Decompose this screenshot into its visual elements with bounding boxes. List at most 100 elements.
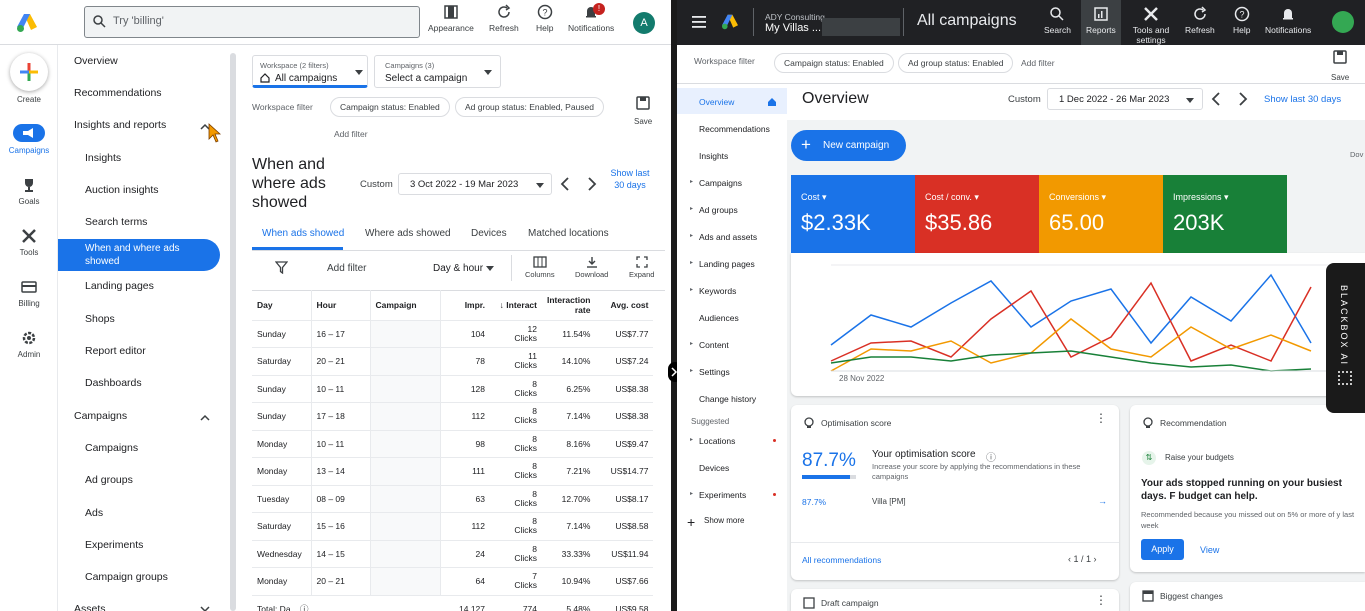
avatar[interactable]: A bbox=[633, 12, 655, 34]
rnav-item-insights[interactable]: Insights bbox=[699, 151, 728, 161]
filter-chip-campaign-status[interactable]: Campaign status: Enabled bbox=[774, 53, 894, 73]
table-row[interactable]: Monday 10 – 11 98 8 Clicks 8.16% US$9.47 bbox=[252, 430, 654, 458]
blackbox-ai-tab[interactable]: BLACKBOX AI bbox=[1326, 263, 1365, 413]
search-button[interactable]: Search bbox=[1044, 6, 1071, 35]
tab-devices[interactable]: Devices bbox=[471, 228, 507, 239]
download-button[interactable]: Download bbox=[575, 256, 608, 279]
campaigns-select[interactable]: Campaigns (3) Select a campaign bbox=[374, 55, 501, 88]
table-add-filter[interactable]: Add filter bbox=[327, 263, 366, 274]
rail-billing[interactable]: Billing bbox=[0, 279, 58, 308]
nav-campaigns[interactable]: Campaigns bbox=[85, 442, 138, 454]
nav-shops[interactable]: Shops bbox=[85, 313, 115, 325]
chevron-left-icon[interactable] bbox=[1211, 92, 1221, 106]
create-button[interactable]: Create bbox=[0, 53, 58, 104]
date-range-select[interactable]: 1 Dec 2022 - 26 Mar 2023 bbox=[1047, 88, 1203, 110]
rail-admin[interactable]: Admin bbox=[0, 330, 58, 359]
rnav-suggested-locations[interactable]: ▸ Locations bbox=[690, 436, 776, 446]
rnav-suggested-experiments[interactable]: ▸ Experiments bbox=[690, 490, 776, 500]
metric-card-conversions[interactable]: Conversions ▾ 65.00 bbox=[1039, 175, 1163, 253]
nav-search-terms[interactable]: Search terms bbox=[85, 216, 147, 228]
notifications-button[interactable]: Notifications bbox=[1265, 6, 1311, 35]
nav-ad-groups[interactable]: Ad groups bbox=[85, 474, 133, 486]
nav-report-editor[interactable]: Report editor bbox=[85, 345, 146, 357]
rnav-item-recommendations[interactable]: Recommendations bbox=[699, 124, 770, 134]
metric-card-cost-conv-[interactable]: Cost / conv. ▾ $35.86 bbox=[915, 175, 1039, 253]
columns-button[interactable]: Columns bbox=[525, 256, 555, 279]
rail-tools[interactable]: Tools bbox=[0, 228, 58, 257]
avatar[interactable] bbox=[1332, 11, 1354, 33]
metric-card-impressions[interactable]: Impressions ▾ 203K bbox=[1163, 175, 1287, 253]
tools-settings-button[interactable]: Tools and settings bbox=[1129, 6, 1173, 45]
chevron-down-icon[interactable] bbox=[200, 606, 210, 611]
col-avg-cost[interactable]: Avg. cost bbox=[595, 290, 654, 321]
all-recommendations-link[interactable]: All recommendations bbox=[802, 555, 881, 565]
nav-recommendations[interactable]: Recommendations bbox=[74, 87, 162, 99]
show-last-30-days-link[interactable]: Show last 30 days bbox=[1264, 94, 1341, 105]
table-row[interactable]: Sunday 10 – 11 128 8 Clicks 6.25% US$8.38 bbox=[252, 375, 654, 403]
col-interaction-rate[interactable]: Interaction rate bbox=[542, 290, 596, 321]
rnav-item-campaigns[interactable]: ▸ Campaigns bbox=[690, 178, 742, 188]
metric-card-cost[interactable]: Cost ▾ $2.33K bbox=[791, 175, 915, 253]
rnav-item-ad-groups[interactable]: ▸ Ad groups bbox=[690, 205, 738, 215]
table-row[interactable]: Monday 20 – 21 64 7 Clicks 10.94% US$7.66 bbox=[252, 567, 654, 596]
chevron-left-icon[interactable]: ‹ bbox=[1068, 554, 1071, 564]
chevron-right-icon[interactable] bbox=[1238, 92, 1248, 106]
workspace-select[interactable]: Workspace (2 filters) All campaigns bbox=[252, 55, 368, 88]
nav-landing-pages[interactable]: Landing pages bbox=[85, 280, 154, 292]
expand-button[interactable]: Expand bbox=[629, 256, 654, 279]
rnav-item-change-history[interactable]: Change history bbox=[699, 394, 756, 404]
notifications-button[interactable]: Notifications bbox=[568, 4, 614, 33]
nav-insights-reports[interactable]: Insights and reports bbox=[74, 119, 166, 131]
table-row[interactable]: Sunday 17 – 18 112 8 Clicks 7.14% US$8.38 bbox=[252, 402, 654, 431]
add-filter-link[interactable]: Add filter bbox=[1021, 58, 1055, 68]
new-campaign-button[interactable]: + New campaign bbox=[791, 130, 906, 161]
more-vert-icon[interactable]: ⋮ bbox=[1095, 412, 1107, 424]
view-link[interactable]: View bbox=[1200, 545, 1219, 555]
nav-campaigns-header[interactable]: Campaigns bbox=[74, 410, 127, 422]
show-last-30-days-link[interactable]: Show last 30 days bbox=[610, 167, 650, 191]
chevron-right-icon[interactable] bbox=[587, 177, 597, 191]
more-vert-icon[interactable]: ⋮ bbox=[1095, 594, 1107, 606]
col-hour[interactable]: Hour bbox=[310, 290, 370, 321]
table-row[interactable]: Monday 13 – 14 111 8 Clicks 7.21% US$14.77 bbox=[252, 457, 654, 486]
help-button[interactable]: ? Help bbox=[536, 4, 553, 33]
reports-button[interactable]: Reports bbox=[1086, 6, 1116, 35]
help-button[interactable]: ? Help bbox=[1233, 6, 1250, 35]
nav-assets[interactable]: Assets bbox=[74, 603, 106, 611]
chevron-up-icon[interactable] bbox=[200, 414, 210, 421]
show-more-link[interactable]: Show more bbox=[704, 516, 744, 525]
refresh-button[interactable]: Refresh bbox=[489, 4, 519, 33]
nav-campaign-groups[interactable]: Campaign groups bbox=[85, 571, 168, 583]
save-button[interactable]: Save bbox=[1331, 50, 1349, 82]
appearance-button[interactable]: Appearance bbox=[428, 4, 474, 33]
filter-chip-ad-group-status[interactable]: Ad group status: Enabled, Paused bbox=[455, 97, 605, 117]
arrow-right-icon[interactable]: → bbox=[1098, 496, 1107, 506]
nav-auction-insights[interactable]: Auction insights bbox=[85, 184, 159, 196]
table-row[interactable]: Wednesday 14 – 15 24 8 Clicks 33.33% US$11.94 bbox=[252, 540, 654, 568]
rnav-item-audiences[interactable]: Audiences bbox=[699, 313, 739, 323]
tab-matched-locations[interactable]: Matched locations bbox=[528, 228, 609, 239]
col-impr[interactable]: Impr. bbox=[439, 290, 490, 321]
filter-chip-campaign-status[interactable]: Campaign status: Enabled bbox=[330, 97, 450, 117]
rnav-item-settings[interactable]: ▸ Settings bbox=[690, 367, 730, 377]
rnav-item-overview[interactable]: Overview bbox=[699, 97, 734, 107]
account-name[interactable]: My Villas ... bbox=[765, 22, 821, 34]
segment-select[interactable]: Day & hour bbox=[433, 263, 483, 274]
rnav-item-ads-and-assets[interactable]: ▸ Ads and assets bbox=[690, 232, 757, 242]
filter-icon[interactable] bbox=[275, 261, 288, 274]
add-filter-link[interactable]: Add filter bbox=[334, 129, 368, 139]
help-icon[interactable]: ⓘ bbox=[300, 604, 309, 611]
table-row[interactable]: Saturday 15 – 16 112 8 Clicks 7.14% US$8.58 bbox=[252, 512, 654, 541]
col-campaign[interactable]: Campaign bbox=[369, 290, 440, 321]
rail-campaigns[interactable]: Campaigns bbox=[0, 124, 58, 155]
nav-overview[interactable]: Overview bbox=[74, 55, 118, 67]
table-row[interactable]: Sunday 16 – 17 104 12 Clicks 11.54% US$7.77 bbox=[252, 320, 654, 348]
apply-button[interactable]: Apply bbox=[1141, 539, 1184, 560]
nav-scrollbar[interactable] bbox=[230, 53, 236, 611]
nav-when-where[interactable]: When and where ads showed bbox=[85, 242, 195, 268]
tab-where-ads-showed[interactable]: Where ads showed bbox=[365, 228, 451, 239]
refresh-button[interactable]: Refresh bbox=[1185, 6, 1215, 35]
col-interactions[interactable]: ↓ Interact bbox=[490, 290, 542, 321]
filter-chip-ad-group-status[interactable]: Ad group status: Enabled bbox=[898, 53, 1014, 73]
col-day[interactable]: Day bbox=[252, 290, 311, 321]
